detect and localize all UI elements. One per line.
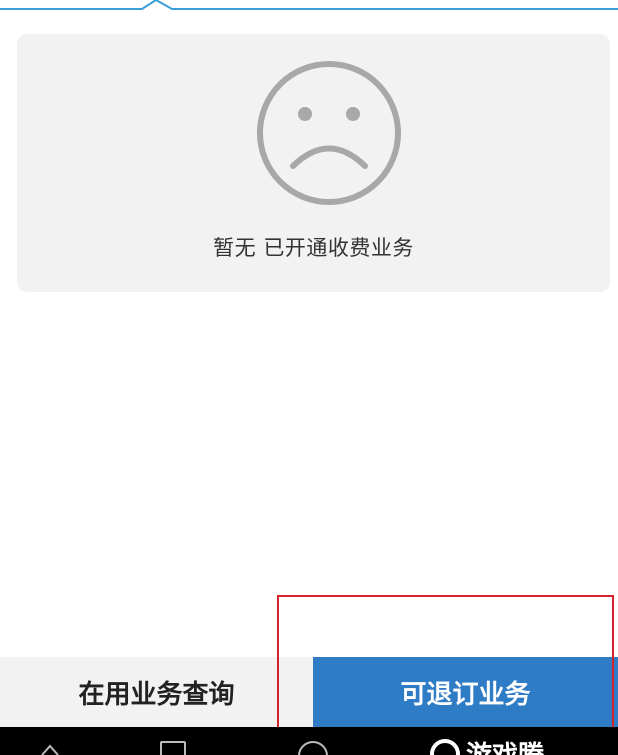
- in-use-services-button[interactable]: 在用业务查询: [0, 657, 313, 727]
- system-navigation-bar: 游戏腾: [0, 727, 618, 755]
- home-icon[interactable]: [298, 741, 328, 755]
- tab-indicator-line: [0, 0, 618, 10]
- back-icon[interactable]: [40, 743, 60, 755]
- recent-apps-icon[interactable]: [160, 741, 186, 755]
- watermark: 游戏腾: [430, 735, 544, 755]
- watermark-logo-icon: [430, 738, 460, 755]
- watermark-text: 游戏腾: [466, 735, 544, 755]
- bottom-tab-bar: 在用业务查询 可退订业务: [0, 657, 618, 727]
- sad-face-icon: [257, 61, 401, 205]
- empty-state-message: 暂无 已开通收费业务: [213, 236, 414, 260]
- unsubscribable-services-button[interactable]: 可退订业务: [313, 657, 618, 727]
- empty-state-card: 暂无 已开通收费业务: [17, 34, 610, 292]
